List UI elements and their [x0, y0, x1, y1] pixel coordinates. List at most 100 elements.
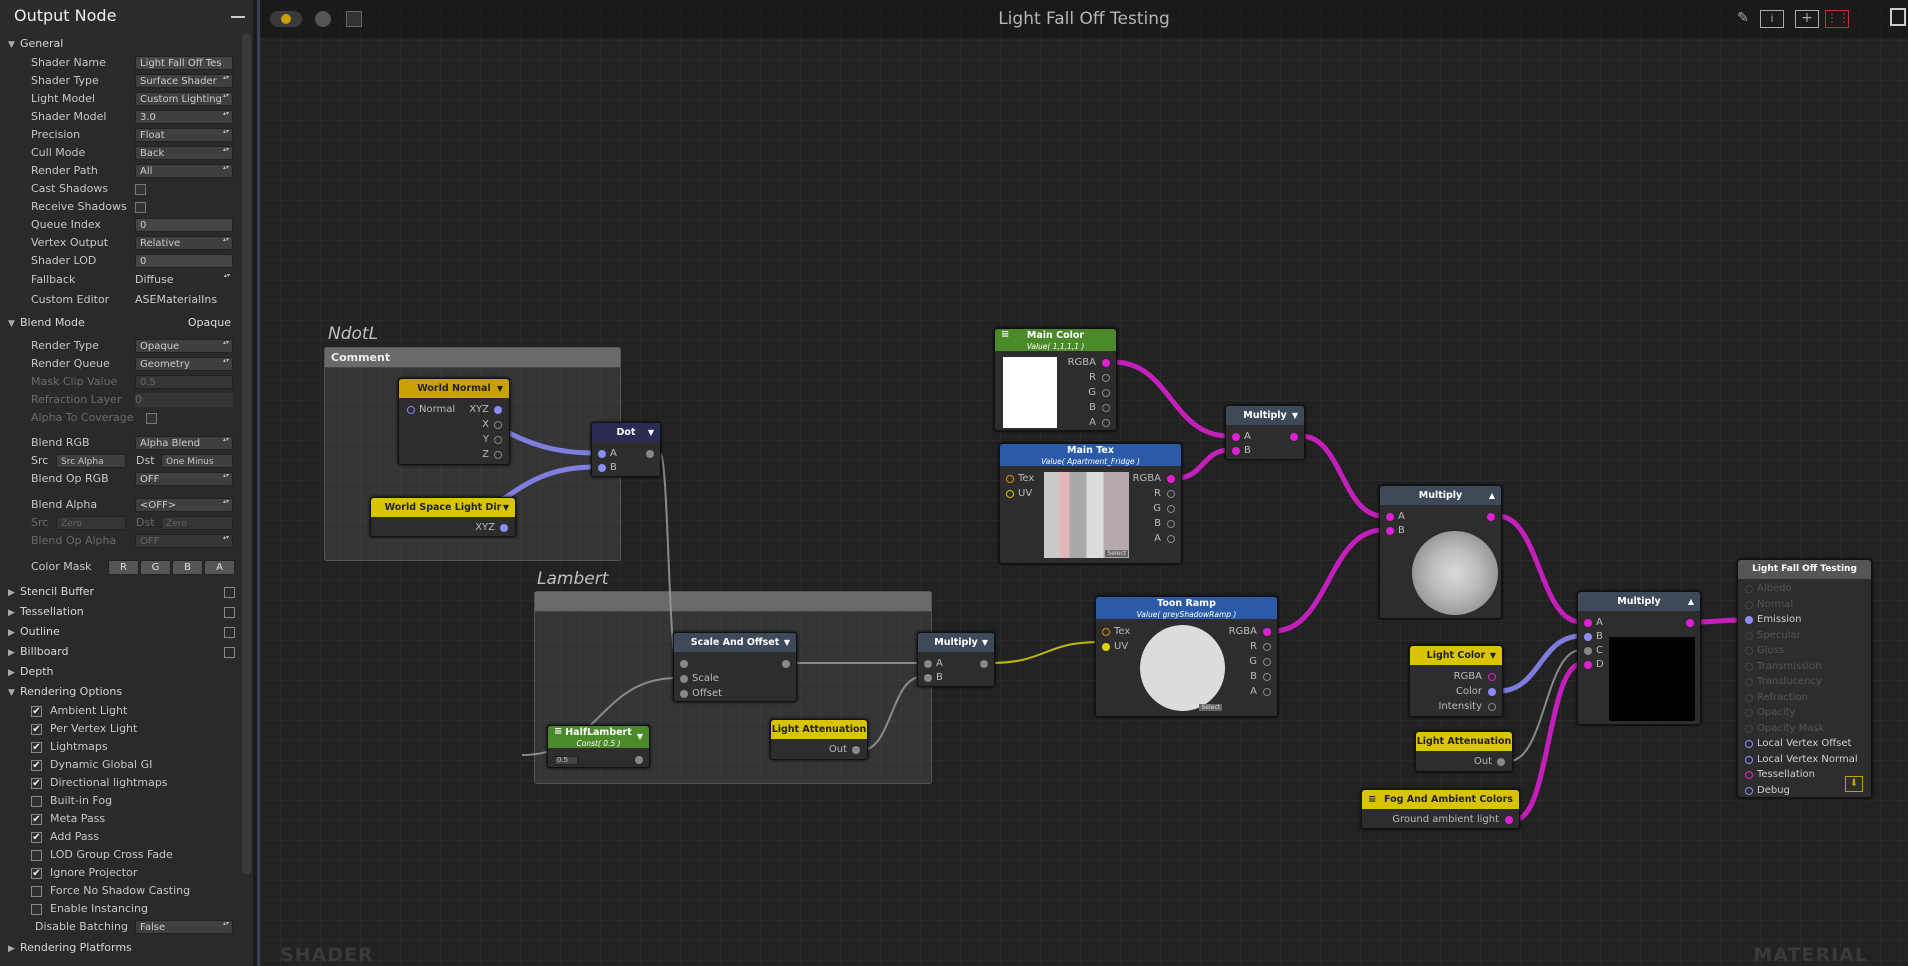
- tessellation-toggle[interactable]: [224, 607, 235, 618]
- output-port[interactable]: [1487, 513, 1495, 521]
- section-depth[interactable]: ▶ Depth: [0, 662, 253, 682]
- input-port-refraction[interactable]: [1745, 693, 1753, 702]
- outline-toggle[interactable]: [224, 627, 235, 638]
- node-graph-canvas[interactable]: Light Fall Off Testing ✎ i + ⋮⋮ SHADER M…: [257, 0, 1908, 966]
- output-port-xyz[interactable]: [500, 524, 508, 532]
- section-outline[interactable]: ▶ Outline: [0, 622, 253, 642]
- option-checkbox[interactable]: [31, 886, 42, 897]
- output-port-x[interactable]: [494, 421, 502, 429]
- select-button[interactable]: Select: [1105, 550, 1128, 557]
- input-port-d[interactable]: [1584, 661, 1592, 669]
- output-port[interactable]: [646, 450, 654, 458]
- output-port-a[interactable]: [1102, 419, 1110, 427]
- input-port-scale[interactable]: [680, 675, 688, 683]
- output-port[interactable]: [782, 660, 790, 668]
- section-rendering-platforms[interactable]: ▶ Rendering Platforms: [0, 938, 253, 958]
- menu-icon[interactable]: ≡: [1368, 790, 1376, 809]
- output-port-g[interactable]: [1102, 389, 1110, 397]
- output-port-g[interactable]: [1167, 505, 1175, 513]
- section-rendering-options[interactable]: ▼ Rendering Options: [0, 682, 253, 702]
- maximize-icon[interactable]: +: [1795, 10, 1819, 28]
- input-port-specular[interactable]: [1745, 631, 1753, 640]
- output-port-b[interactable]: [1102, 404, 1110, 412]
- section-billboard[interactable]: ▶ Billboard: [0, 642, 253, 662]
- shader-lod-field[interactable]: 0: [135, 254, 233, 268]
- input-port-b[interactable]: [598, 464, 606, 472]
- node-main-color[interactable]: ≡ Main Color Value( 1,1,1,1 ) RGBA R G B A: [994, 328, 1117, 431]
- section-stencil-buffer[interactable]: ▶ Stencil Buffer: [0, 582, 253, 602]
- menu-icon[interactable]: ≡: [1001, 329, 1009, 340]
- input-port-translucency[interactable]: [1745, 678, 1753, 686]
- node-multiply-2[interactable]: Multiply ▲ A B: [1379, 485, 1502, 619]
- disable-batching-dropdown[interactable]: False: [135, 920, 233, 934]
- node-light-attenuation[interactable]: Light Attenuation Out: [770, 719, 868, 760]
- option-checkbox[interactable]: [31, 796, 42, 807]
- mask-a-button[interactable]: A: [204, 560, 235, 575]
- dropdown-arrow-icon[interactable]: ▼: [1292, 406, 1298, 425]
- output-port-rgba[interactable]: [1102, 359, 1110, 367]
- input-port-value[interactable]: [680, 660, 688, 668]
- input-port-a[interactable]: [1232, 433, 1240, 441]
- value-field[interactable]: 0.5: [554, 756, 578, 765]
- input-port-tex[interactable]: [1006, 475, 1014, 483]
- input-port-normal[interactable]: [1745, 600, 1753, 609]
- dst-dropdown[interactable]: One Minus: [161, 454, 233, 468]
- option-checkbox[interactable]: ✔: [31, 778, 42, 789]
- dropdown-arrow-icon[interactable]: ▼: [497, 379, 503, 398]
- node-world-normal[interactable]: World Normal ▼ Normal XYZ X Y Z: [398, 378, 510, 465]
- section-general[interactable]: ▼ General: [0, 34, 253, 54]
- input-port-uv[interactable]: [1102, 643, 1110, 651]
- option-checkbox[interactable]: ✔: [31, 706, 42, 717]
- node-multiply-lambert[interactable]: Multiply ▼ A B: [917, 632, 995, 687]
- node-multiply-3[interactable]: Multiply ▲ A B C D: [1577, 591, 1701, 725]
- minimize-icon[interactable]: [231, 16, 245, 18]
- receive-shadows-checkbox[interactable]: [135, 202, 146, 213]
- select-button[interactable]: Select: [1199, 704, 1222, 711]
- cast-shadows-checkbox[interactable]: [135, 184, 146, 195]
- input-port-emission[interactable]: [1745, 616, 1753, 624]
- grid-icon[interactable]: ⋮⋮: [1825, 10, 1850, 28]
- input-port-uv[interactable]: [1006, 490, 1014, 498]
- color-swatch[interactable]: [1003, 357, 1057, 428]
- input-port-transmission[interactable]: [1745, 662, 1753, 671]
- render-type-dropdown[interactable]: Opaque: [135, 339, 233, 353]
- precision-dropdown[interactable]: Float: [135, 128, 233, 142]
- output-port[interactable]: [1497, 758, 1505, 766]
- node-toon-ramp[interactable]: Toon Ramp Value( greyShadowRamp ) Tex UV …: [1095, 596, 1278, 717]
- blend-mode-dropdown[interactable]: Opaque: [188, 313, 231, 333]
- node-dot[interactable]: Dot ▼ A B: [591, 422, 661, 477]
- output-port-rgba[interactable]: [1488, 673, 1496, 681]
- section-tessellation[interactable]: ▶ Tessellation: [0, 602, 253, 622]
- input-port-b[interactable]: [1386, 527, 1394, 535]
- input-port-c[interactable]: [1584, 647, 1592, 655]
- output-port[interactable]: [635, 756, 643, 764]
- queue-index-field[interactable]: 0: [135, 218, 233, 232]
- light-model-dropdown[interactable]: Custom Lighting: [135, 92, 233, 106]
- output-port[interactable]: [852, 746, 860, 754]
- shader-type-dropdown[interactable]: Surface Shader: [135, 74, 233, 88]
- fallback-dropdown[interactable]: Diffuse: [135, 273, 233, 287]
- src-dropdown[interactable]: Src Alpha: [56, 454, 126, 468]
- input-port-tex[interactable]: [1102, 628, 1110, 636]
- node-main-tex[interactable]: Main Tex Value( Apartment_Fridge ) Tex UV…: [999, 443, 1182, 564]
- input-port-tessellation[interactable]: [1745, 771, 1753, 779]
- node-light-attenuation-2[interactable]: Light Attenuation Out: [1415, 731, 1513, 772]
- output-port-y[interactable]: [494, 436, 502, 444]
- window-icon[interactable]: [1890, 8, 1906, 26]
- output-port-r[interactable]: [1102, 374, 1110, 382]
- input-port-normal[interactable]: [407, 406, 415, 414]
- input-port-local-vertex-normal[interactable]: [1745, 755, 1753, 764]
- output-port-rgba[interactable]: [1167, 475, 1175, 483]
- output-port-b[interactable]: [1263, 673, 1271, 681]
- collapse-arrow-icon[interactable]: ▲: [1489, 486, 1495, 505]
- dropdown-arrow-icon[interactable]: ▼: [1490, 646, 1496, 665]
- node-fog-ambient-colors[interactable]: ≡ Fog And Ambient Colors Ground ambient l…: [1361, 789, 1520, 829]
- option-checkbox[interactable]: [31, 850, 42, 861]
- mask-b-button[interactable]: B: [172, 560, 203, 575]
- blend-rgb-dropdown[interactable]: Alpha Blend: [135, 436, 233, 450]
- input-port-debug[interactable]: [1745, 786, 1753, 795]
- output-port-xyz[interactable]: [494, 406, 502, 414]
- input-port-offset[interactable]: [680, 690, 688, 698]
- output-port-a[interactable]: [1167, 535, 1175, 543]
- option-checkbox[interactable]: [31, 904, 42, 915]
